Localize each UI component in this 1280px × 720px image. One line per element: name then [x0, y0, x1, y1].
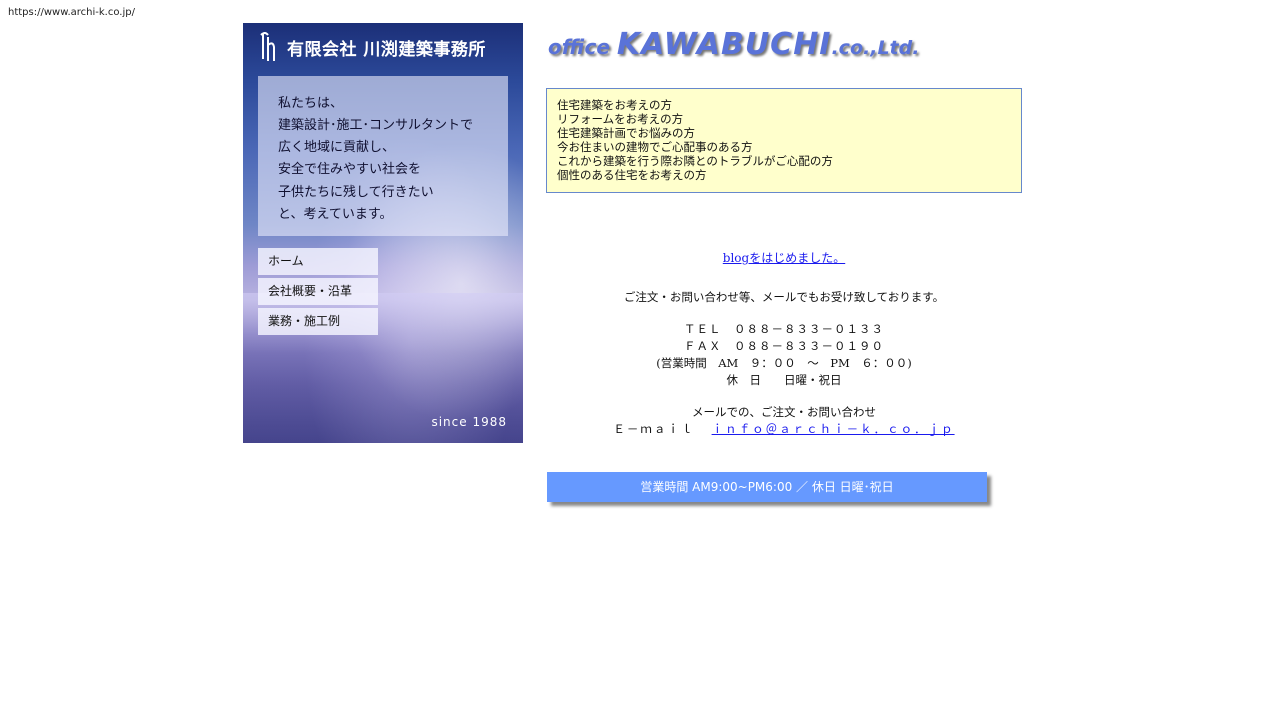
motto-line: 建築設計･施工･コンサルタントで [278, 118, 474, 133]
motto-line: 安全で住みやすい社会を [278, 162, 422, 177]
motto-line: と、考えています。 [278, 207, 393, 222]
motto-line: 私たちは、 [278, 96, 344, 111]
logo-word-office: office [548, 35, 617, 59]
contact-hours: (営業時間 AM ９：００ ～ PM ６：００) [656, 356, 912, 370]
company-name: 有限会社 川渕建築事務所 [287, 40, 486, 60]
logo-word-kawabuchi: KAWABUCHI [616, 27, 832, 62]
nav-item-services[interactable]: 業務・施工例 [258, 308, 378, 335]
target-item: 住宅建築をお考えの方 [557, 98, 672, 112]
target-item: 住宅建築計画でお悩みの方 [557, 126, 695, 140]
motto-panel: 私たちは、 建築設計･施工･コンサルタントで 広く地域に貢献し、 安全で住みやす… [258, 76, 508, 236]
since-label: since 1988 [431, 415, 507, 429]
target-item: 個性のある住宅をお考えの方 [557, 168, 707, 182]
office-logo: office KAWABUCHI.co.,Ltd. [548, 27, 919, 62]
contact-email-row: Ｅ－ｍａｉｌ ｉｎｆｏ＠ａｒｃｈｉ－ｋ．ｃｏ．ｊｐ [546, 421, 1022, 437]
logo-word-suffix: .co.,Ltd. [831, 37, 920, 59]
target-item: 今お住まいの建物でご心配事のある方 [557, 140, 753, 154]
contact-mail-intro: メールでの、ご注文・お問い合わせ [692, 405, 876, 419]
contact-intro: ご注文・お問い合わせ等、メールでもお受け致しております。 [623, 290, 945, 304]
nav-item-company-profile[interactable]: 会社概要・沿革 [258, 278, 378, 305]
email-label: Ｅ－ｍａｉｌ [613, 422, 708, 436]
contact-tel: ＴＥＬ ０８８－８３３－０１３３ [684, 322, 884, 336]
target-item: これから建築を行う際お隣とのトラブルがご心配の方 [557, 154, 833, 168]
hero-banner: 有限会社 川渕建築事務所 私たちは、 建築設計･施工･コンサルタントで 広く地域… [243, 23, 523, 443]
contact-fax: ＦＡＸ ０８８－８３３－０１９０ [684, 339, 884, 353]
email-link[interactable]: ｉｎｆｏ＠ａｒｃｈｉ－ｋ．ｃｏ．ｊｐ [712, 422, 955, 436]
target-item: リフォームをお考えの方 [557, 112, 684, 126]
url-text: https://www.archi-k.co.jp/ [8, 7, 135, 18]
motto-line: 子供たちに残して行きたい [278, 185, 434, 200]
company-logo-icon [260, 32, 275, 61]
blog-link[interactable]: blogをはじめました。 [546, 249, 1022, 266]
target-audience-box: 住宅建築をお考えの方 リフォームをお考えの方 住宅建築計画でお悩みの方 今お住ま… [546, 88, 1022, 193]
contact-holiday: 休 日 日曜・祝日 [726, 373, 842, 387]
motto-line: 広く地域に貢献し、 [278, 140, 396, 155]
business-hours-bar: 営業時間 AM9:00~PM6:00 ／ 休日 日曜･祝日 [547, 472, 987, 502]
nav-item-home[interactable]: ホーム [258, 248, 378, 275]
